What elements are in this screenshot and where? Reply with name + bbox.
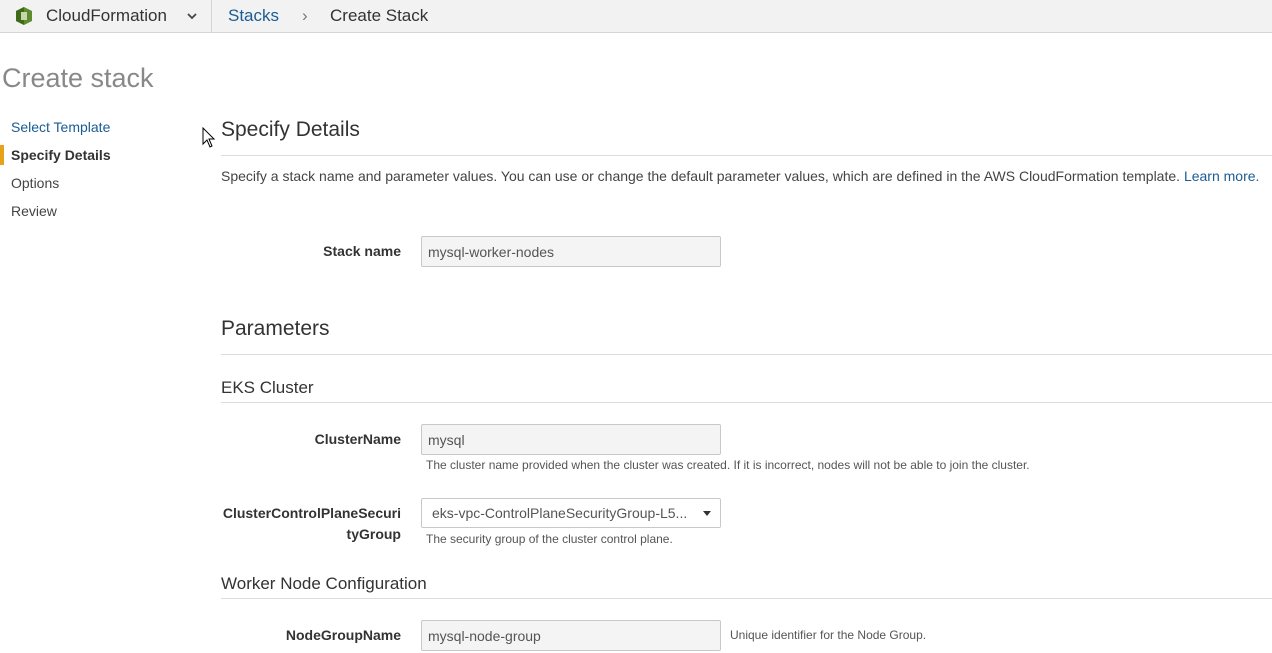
step-options: Options (11, 175, 60, 191)
divider (221, 155, 1272, 156)
security-group-select[interactable]: eks-vpc-ControlPlaneSecurityGroup-L5... (421, 498, 721, 528)
breadcrumb-stacks-link[interactable]: Stacks (228, 6, 279, 26)
divider (221, 598, 1272, 599)
worker-node-config-heading: Worker Node Configuration (221, 574, 427, 593)
top-navigation-bar: CloudFormation Stacks › Create Stack (0, 0, 1272, 33)
step-specify-details[interactable]: Specify Details (11, 147, 111, 163)
stack-name-label: Stack name (323, 243, 401, 259)
mouse-pointer-icon (202, 127, 216, 148)
security-group-label-line1: ClusterControlPlaneSecuri (222, 505, 401, 521)
service-name: CloudFormation (46, 6, 167, 25)
description-text: Specify a stack name and parameter value… (221, 168, 1181, 184)
breadcrumb-separator: › (302, 6, 308, 25)
divider (221, 354, 1272, 355)
node-group-name-input[interactable] (421, 620, 721, 651)
chevron-down-icon[interactable] (186, 10, 198, 22)
page-title: Create stack (2, 63, 154, 93)
breadcrumb-current: Create Stack (330, 6, 429, 25)
cluster-name-label: ClusterName (314, 431, 401, 447)
caret-down-icon (703, 511, 711, 516)
cloudformation-logo-icon (16, 7, 32, 25)
node-group-name-label: NodeGroupName (285, 627, 401, 643)
parameters-heading: Parameters (221, 317, 330, 340)
security-group-label-line2: tyGroup (346, 526, 401, 542)
security-group-selected-value: eks-vpc-ControlPlaneSecurityGroup-L5... (432, 505, 688, 521)
security-group-label: ClusterControlPlaneSecuri tyGroup (221, 503, 401, 545)
step-select-template[interactable]: Select Template (11, 119, 110, 135)
specify-details-description: Specify a stack name and parameter value… (221, 168, 1259, 184)
node-group-name-help: Unique identifier for the Node Group. (730, 628, 927, 642)
security-group-help: The security group of the cluster contro… (426, 532, 673, 546)
specify-details-heading: Specify Details (221, 118, 360, 141)
cluster-name-input[interactable] (421, 424, 721, 455)
cluster-name-help: The cluster name provided when the clust… (426, 458, 1030, 472)
stack-name-input[interactable] (421, 236, 721, 267)
divider (221, 402, 1272, 403)
step-review: Review (11, 203, 57, 219)
learn-more-link[interactable]: Learn more. (1184, 168, 1259, 184)
eks-cluster-heading: EKS Cluster (221, 378, 314, 397)
service-menu[interactable]: CloudFormation (0, 0, 212, 33)
active-step-marker (0, 145, 4, 165)
